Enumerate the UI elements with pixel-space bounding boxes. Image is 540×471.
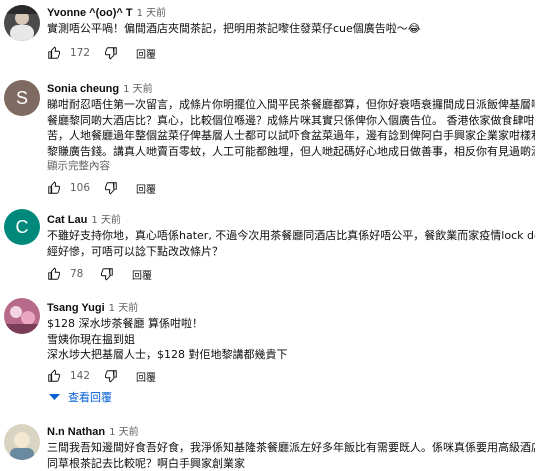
- avatar-letter: C: [15, 216, 29, 237]
- timestamp[interactable]: 1 天前: [109, 427, 139, 438]
- caret-down-icon: [49, 394, 60, 400]
- thumbs-up-icon[interactable]: [47, 267, 61, 281]
- reply-button[interactable]: 回覆: [136, 46, 156, 61]
- like-count: 78: [70, 268, 84, 280]
- comment-text: 不雖好支持你地，真心唔係hater, 不過今次用茶餐廳同酒店比真係好唔公平，餐飲…: [47, 228, 535, 259]
- thumbs-down-icon[interactable]: [104, 181, 118, 195]
- like-count: 172: [70, 47, 91, 59]
- view-replies-button[interactable]: 查看回覆: [49, 389, 112, 405]
- avatar-letter: S: [15, 87, 28, 108]
- comment-line: 雪姨你現在揾到姐: [47, 332, 135, 346]
- comment-line: 睇咁耐忍唔住第一次留言，成條片你明擺位入間平民茶餐廳都算，但你好衰唔衰攞間成日派…: [47, 98, 535, 111]
- comment-actions: 106 回覆: [47, 179, 156, 197]
- comment-line: 黎賺廣告錢。講真人哋賣百零蚊，人工可能都蝕埋，但人哋起碼好心地成日做善事，相反你…: [47, 144, 535, 158]
- reply-button[interactable]: 回覆: [136, 369, 156, 384]
- like-count: 142: [70, 370, 91, 382]
- photo-avatar-icon: [4, 5, 40, 41]
- thumbs-up-icon[interactable]: [47, 46, 61, 60]
- author-name[interactable]: Sonia cheung: [47, 83, 119, 95]
- comment-line: 經好慘，可唔可以諗下點改改條片？: [47, 244, 223, 258]
- avatar[interactable]: S: [4, 80, 40, 116]
- comment-actions: 78 回覆: [47, 265, 152, 283]
- timestamp[interactable]: 1 天前: [109, 303, 139, 314]
- thumbs-down-icon[interactable]: [100, 267, 114, 281]
- author-name[interactable]: Cat Lau: [47, 214, 87, 226]
- comment-line: 三間我吾知邊間好食吾好食，我淨係知基隆茶餐廳派左好多年飯比有需要既人。係咪真係要…: [47, 441, 535, 454]
- comment-header: Sonia cheung 1 天前: [47, 80, 153, 95]
- author-name[interactable]: N.n Nathan: [47, 426, 105, 438]
- thumbs-up-icon[interactable]: [47, 181, 61, 195]
- view-replies-label: 查看回覆: [68, 392, 112, 404]
- comment-line: $128 深水埗茶餐廳 算係咁啦！: [47, 317, 203, 330]
- comment-text: $128 深水埗茶餐廳 算係咁啦！ 雪姨你現在揾到姐 深水埗大把基層人士，$12…: [47, 316, 535, 363]
- read-more-link[interactable]: 顯示完整內容: [47, 158, 110, 173]
- comment-actions: 142 回覆: [47, 367, 156, 385]
- avatar[interactable]: [4, 424, 40, 460]
- photo-avatar-icon: [4, 298, 40, 334]
- comment-header: Yvonne ^(oo)^ T 1 天前: [47, 4, 166, 19]
- comment-line: 餐廳黎同啲大酒店比？真心，比較個位喺邊？成條片咪其實只係俾你入個廣告位。 香港依…: [47, 113, 535, 127]
- comment-line: 不雖好支持你地，真心唔係hater, 不過今次用茶餐廳同酒店比真係好唔公平，餐飲…: [47, 229, 535, 242]
- comment-header: Tsang Yugi 1 天前: [47, 299, 138, 314]
- avatar[interactable]: [4, 298, 40, 334]
- author-name[interactable]: Yvonne ^(oo)^ T: [47, 7, 133, 19]
- comment-line: 同草根茶記去比較呢？啊白手興家創業家: [47, 456, 245, 470]
- photo-avatar-icon: [4, 424, 40, 460]
- comment-line: 深水埗大把基層人士，$128 對佢地黎講都幾貴下: [47, 348, 288, 361]
- reply-button[interactable]: 回覆: [136, 181, 156, 196]
- comment-actions: 172 回覆: [47, 44, 156, 62]
- like-count: 106: [70, 182, 91, 194]
- comment-text: 實測唔公平喎！偏間酒店夾間茶記，把明用茶記嚟住發菜仔cue個廣告啦～😂: [47, 21, 535, 37]
- avatar[interactable]: C: [4, 209, 40, 245]
- timestamp[interactable]: 1 天前: [123, 84, 153, 95]
- thumbs-down-icon[interactable]: [104, 46, 118, 60]
- timestamp[interactable]: 1 天前: [137, 8, 167, 19]
- comment-header: Cat Lau 1 天前: [47, 211, 121, 226]
- avatar[interactable]: [4, 5, 40, 41]
- timestamp[interactable]: 1 天前: [91, 215, 121, 226]
- comment-text: 三間我吾知邊間好食吾好食，我淨係知基隆茶餐廳派左好多年飯比有需要既人。係咪真係要…: [47, 440, 535, 471]
- comment-line: 苦，人地餐廳過年整個盆菜仔俾基層人士都可以試吓食盆菜過年，邊有諗到俾阿白手興家企…: [47, 129, 535, 142]
- comment-header: N.n Nathan 1 天前: [47, 423, 139, 438]
- reply-button[interactable]: 回覆: [132, 267, 152, 282]
- thumbs-up-icon[interactable]: [47, 369, 61, 383]
- author-name[interactable]: Tsang Yugi: [47, 302, 105, 314]
- comment-line: 實測唔公平喎！偏間酒店夾間茶記，把明用茶記嚟住發菜仔cue個廣告啦～😂: [47, 22, 421, 35]
- thumbs-down-icon[interactable]: [104, 369, 118, 383]
- comment-text: 睇咁耐忍唔住第一次留言，成條片你明擺位入間平民茶餐廳都算，但你好衰唔衰攞間成日派…: [47, 97, 535, 159]
